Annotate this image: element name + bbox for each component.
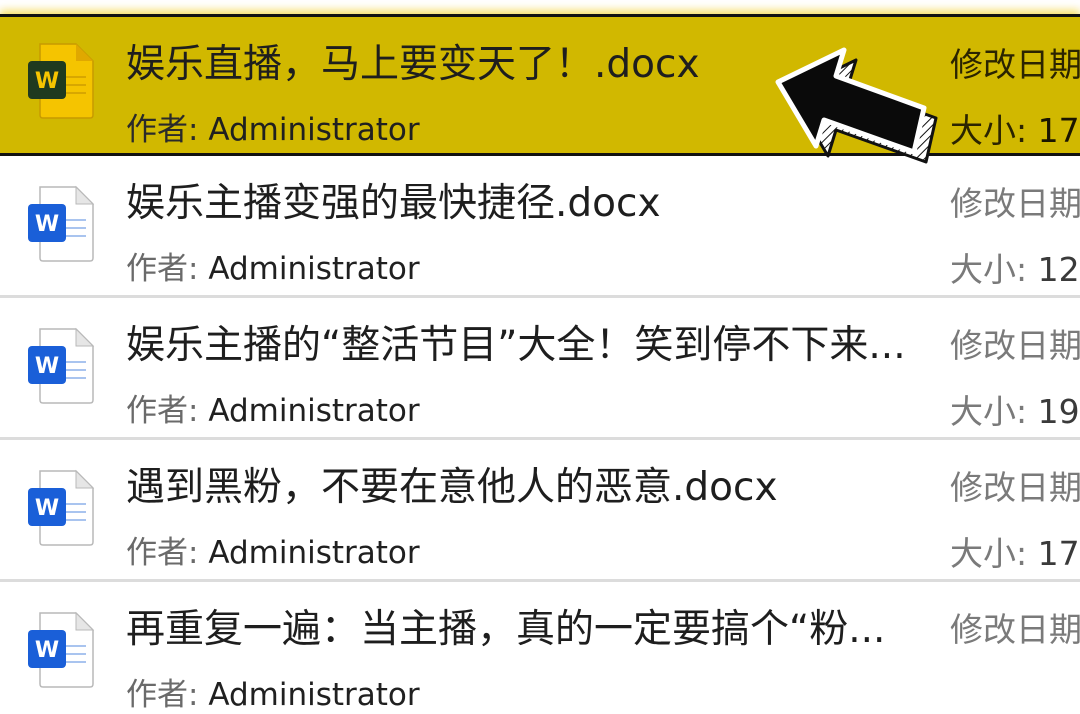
file-list: W 娱乐直播，马上要变天了！.docx 作者: Administrator 修改… bbox=[0, 0, 1080, 713]
author-label: 作者: bbox=[126, 535, 199, 571]
file-author: 作者: Administrator bbox=[126, 392, 420, 430]
file-row[interactable]: W 娱乐主播的“整活节目”大全！笑到停不下来... 作者: Administra… bbox=[0, 298, 1080, 440]
file-row[interactable]: W 遇到黑粉，不要在意他人的恶意.docx 作者: Administrator … bbox=[0, 440, 1080, 582]
author-value: Administrator bbox=[208, 112, 420, 148]
author-label: 作者: bbox=[126, 393, 199, 429]
author-value: Administrator bbox=[208, 251, 420, 287]
size-value: 12. bbox=[1037, 250, 1080, 289]
svg-text:W: W bbox=[35, 212, 59, 237]
size-value: 19. bbox=[1037, 392, 1080, 431]
size-label: 大小: bbox=[950, 392, 1028, 431]
size-value: 17. bbox=[1037, 534, 1080, 573]
author-label: 作者: bbox=[126, 112, 199, 148]
file-size: 大小: 17. bbox=[950, 111, 1080, 151]
modified-date-label: 修改日期 bbox=[950, 610, 1080, 649]
file-author: 作者: Administrator bbox=[126, 676, 420, 714]
file-name: 娱乐主播变强的最快捷径.docx bbox=[126, 181, 661, 226]
file-size: 大小: 12. bbox=[950, 250, 1080, 290]
file-author: 作者: Administrator bbox=[126, 250, 420, 288]
author-value: Administrator bbox=[208, 677, 420, 713]
file-name: 再重复一遍：当主播，真的一定要搞个“粉... bbox=[126, 607, 886, 652]
file-size: 大小: 17. bbox=[950, 534, 1080, 574]
file-row[interactable]: W 娱乐主播变强的最快捷径.docx 作者: Administrator 修改日… bbox=[0, 156, 1080, 298]
author-value: Administrator bbox=[208, 535, 420, 571]
author-label: 作者: bbox=[126, 677, 199, 713]
file-name: 遇到黑粉，不要在意他人的恶意.docx bbox=[126, 465, 778, 510]
file-name: 娱乐直播，马上要变天了！.docx bbox=[126, 42, 700, 87]
file-author: 作者: Administrator bbox=[126, 534, 420, 572]
author-value: Administrator bbox=[208, 393, 420, 429]
size-value: 17. bbox=[1037, 111, 1080, 150]
word-doc-icon: W bbox=[28, 185, 95, 262]
modified-date-label: 修改日期 bbox=[950, 45, 1080, 84]
author-label: 作者: bbox=[126, 251, 199, 287]
svg-text:W: W bbox=[35, 354, 59, 379]
svg-text:W: W bbox=[35, 638, 59, 663]
arrow-pointer-icon bbox=[775, 47, 938, 164]
size-label: 大小: bbox=[950, 250, 1028, 289]
size-label: 大小: bbox=[950, 534, 1028, 573]
svg-text:W: W bbox=[35, 69, 59, 94]
file-size: 大小: 19. bbox=[950, 392, 1080, 432]
word-doc-icon: W bbox=[28, 327, 95, 404]
file-row[interactable]: W 再重复一遍：当主播，真的一定要搞个“粉... 作者: Administrat… bbox=[0, 582, 1080, 713]
file-author: 作者: Administrator bbox=[126, 111, 420, 149]
word-doc-icon: W bbox=[28, 43, 94, 119]
word-doc-icon: W bbox=[28, 469, 95, 546]
size-label: 大小: bbox=[950, 111, 1028, 150]
modified-date-label: 修改日期 bbox=[950, 468, 1080, 507]
file-name: 娱乐主播的“整活节目”大全！笑到停不下来... bbox=[126, 323, 906, 368]
modified-date-label: 修改日期 bbox=[950, 326, 1080, 365]
svg-text:W: W bbox=[35, 496, 59, 521]
modified-date-label: 修改日期 bbox=[950, 184, 1080, 223]
word-doc-icon: W bbox=[28, 611, 95, 688]
